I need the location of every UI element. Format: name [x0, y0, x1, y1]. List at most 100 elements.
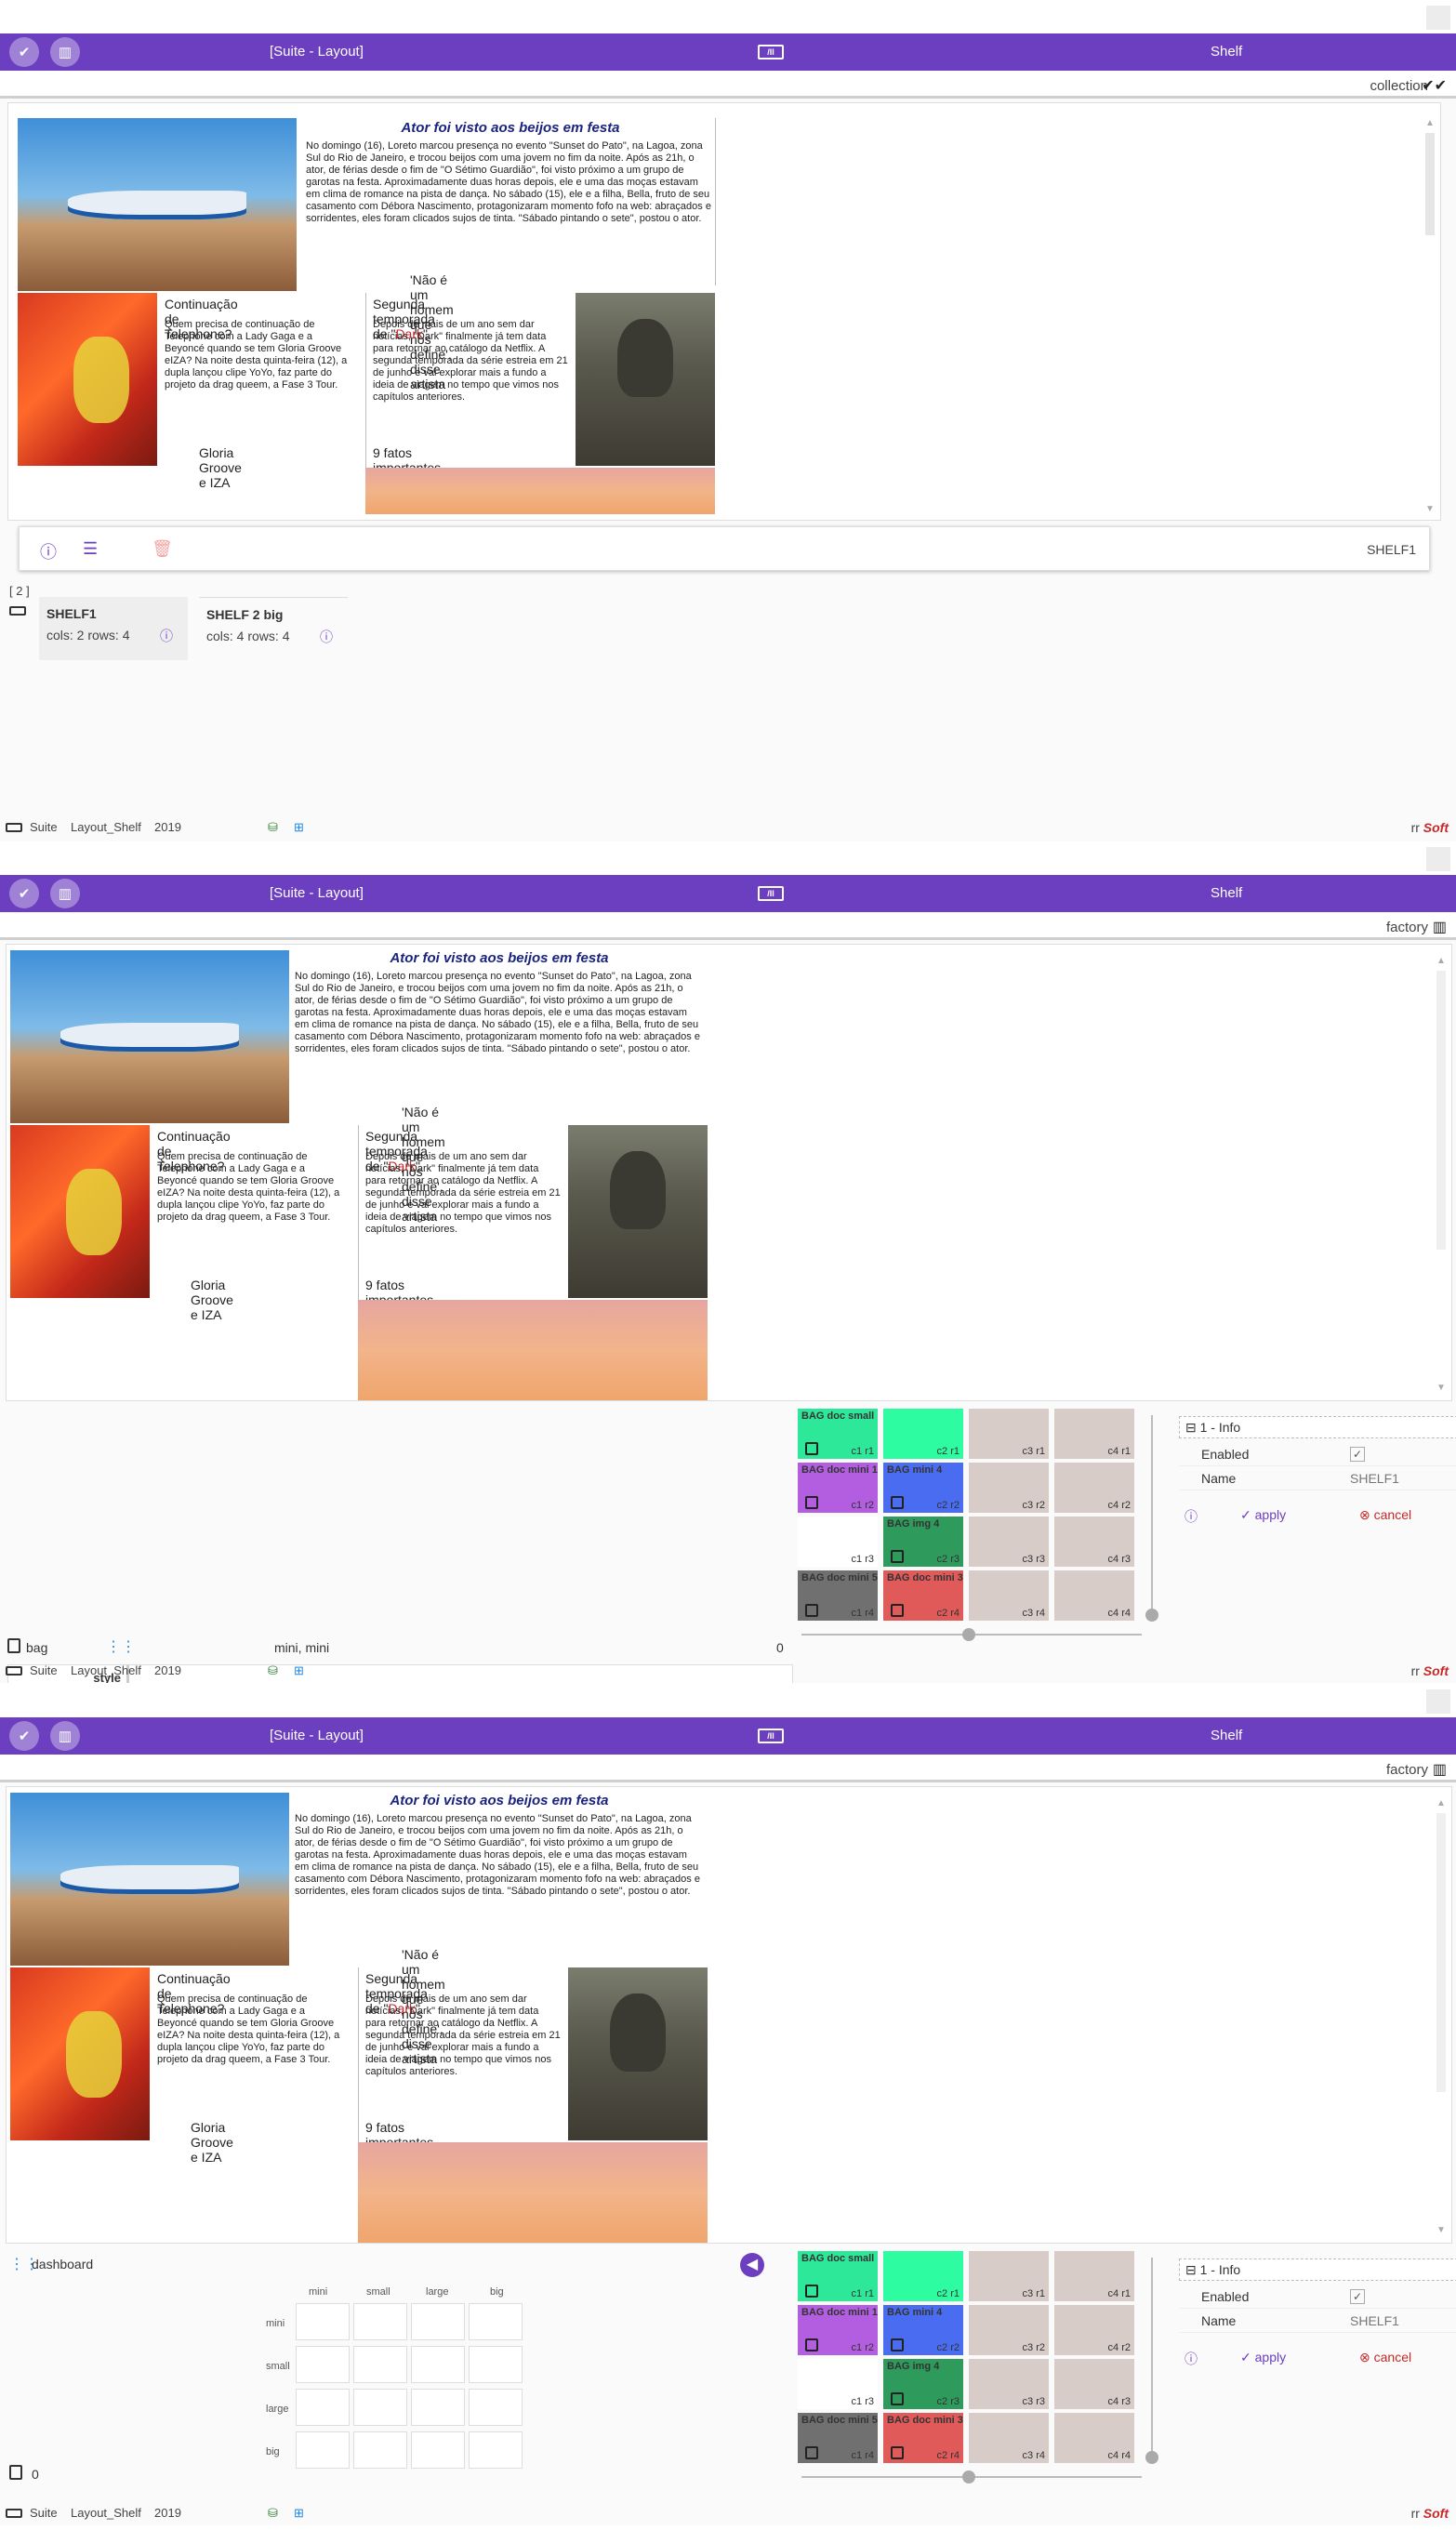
dash-cell[interactable] [469, 2431, 523, 2469]
dash-cell[interactable] [353, 2346, 407, 2383]
dash-cell[interactable] [411, 2303, 465, 2340]
grid-cell[interactable]: BAG doc mini 3 c2 r4 [883, 1570, 963, 1621]
check-all-icon[interactable]: ✔ [9, 37, 39, 67]
check-all-icon[interactable]: ✔ [9, 879, 39, 908]
grid-cell[interactable]: BAG doc mini 5 c1 r4 [798, 2413, 878, 2463]
grid-cell[interactable]: BAG doc small c1 r1 [798, 2251, 878, 2301]
info-icon[interactable]: ⓘ [160, 627, 173, 645]
scrollbar[interactable]: ▲ ▼ [1425, 114, 1435, 514]
factory-icon[interactable]: ▥ [50, 37, 80, 67]
grid-cell[interactable]: c2 r1 [883, 1409, 963, 1459]
dash-cell[interactable] [353, 2431, 407, 2469]
shelf-card-2[interactable]: SHELF 2 big cols: 4 rows: 4 ⓘ [199, 597, 348, 660]
keyboard-icon[interactable]: /II [758, 45, 784, 60]
news-layout-panel: Ator foi visto aos beijos em festa No do… [7, 102, 1441, 521]
apply-button[interactable]: ✓ apply [1240, 1507, 1286, 1523]
grid-cell[interactable]: BAG img 4 c2 r3 [883, 1517, 963, 1567]
grid-cell[interactable]: c4 r3 [1054, 2359, 1134, 2409]
grid-cell[interactable]: c4 r4 [1054, 1570, 1134, 1621]
grid-cell[interactable]: c4 r2 [1054, 1463, 1134, 1513]
grid-cell[interactable]: c1 r3 [798, 1517, 878, 1567]
bag-icon [805, 2338, 818, 2351]
scrollbar[interactable]: ▲ ▼ [1436, 956, 1446, 1393]
dash-cell[interactable] [411, 2431, 465, 2469]
grid-cell[interactable]: c3 r4 [969, 1570, 1049, 1621]
keyboard-icon[interactable]: /II [758, 886, 784, 901]
grid-cell[interactable]: c4 r1 [1054, 2251, 1134, 2301]
grid-cell[interactable]: BAG doc mini 1 c1 r2 [798, 2305, 878, 2355]
enabled-checkbox[interactable]: ✓ [1350, 1447, 1365, 1462]
grid-cell[interactable]: BAG mini 4 c2 r2 [883, 1463, 963, 1513]
keyboard-icon[interactable]: /II [758, 1729, 784, 1743]
window-button[interactable] [1426, 847, 1450, 871]
check-all-icon[interactable]: ✔ [9, 1721, 39, 1751]
name-value[interactable]: SHELF1 [1350, 1471, 1399, 1486]
grid-cell[interactable]: c3 r2 [969, 2305, 1049, 2355]
vertical-slider-knob[interactable] [1145, 1609, 1158, 1622]
factory-icon[interactable]: ▥ [50, 1721, 80, 1751]
grid-cell[interactable]: c3 r3 [969, 1517, 1049, 1567]
sunset-photo [358, 1300, 708, 1400]
grid-icon[interactable]: ⋮⋮ [106, 1637, 136, 1656]
apply-button[interactable]: ✓ apply [1240, 2350, 1286, 2365]
dash-cell[interactable] [296, 2431, 350, 2469]
factory-icon[interactable]: ▥ [1433, 918, 1447, 936]
window-button[interactable] [1426, 1689, 1450, 1714]
grid-slider-knob[interactable] [962, 1628, 975, 1641]
info-section-title: 1 - Info [1199, 1420, 1241, 1435]
grid-cell[interactable]: BAG doc mini 1 c1 r2 [798, 1463, 878, 1513]
grid-cell[interactable]: c1 r3 [798, 2359, 878, 2409]
dash-cell[interactable] [469, 2346, 523, 2383]
dash-cell[interactable] [296, 2346, 350, 2383]
cancel-button[interactable]: ⊗ cancel [1359, 1507, 1411, 1523]
scrollbar[interactable]: ▲ ▼ [1436, 1798, 1446, 2235]
grid-cell[interactable]: c2 r1 [883, 2251, 963, 2301]
edit-list-icon[interactable]: ☰ [83, 539, 98, 559]
enabled-checkbox[interactable]: ✓ [1350, 2289, 1365, 2304]
grid-cell[interactable]: c3 r1 [969, 2251, 1049, 2301]
info-icon[interactable]: ⓘ [40, 539, 57, 563]
dash-cell[interactable] [353, 2389, 407, 2426]
double-check-icon[interactable]: ✔✔ [1422, 76, 1447, 95]
dash-cell[interactable] [469, 2303, 523, 2340]
cell-label: c4 r2 [1107, 1500, 1131, 1511]
grid-cell[interactable]: c4 r1 [1054, 1409, 1134, 1459]
dash-cell[interactable] [296, 2303, 350, 2340]
info-header[interactable]: ⊟ 1 - Info [1179, 2258, 1456, 2281]
shelf-card-1[interactable]: SHELF1 cols: 2 rows: 4 ⓘ [39, 597, 188, 660]
grid-cell[interactable]: c3 r1 [969, 1409, 1049, 1459]
trash-icon[interactable]: 🗑 [152, 539, 173, 559]
info-icon[interactable]: ⓘ [1185, 2350, 1198, 2368]
name-value[interactable]: SHELF1 [1350, 2313, 1399, 2328]
factory-icon[interactable]: ▥ [1433, 1760, 1447, 1779]
dash-cell[interactable] [469, 2389, 523, 2426]
info-icon[interactable]: ⓘ [320, 628, 333, 646]
info-header[interactable]: ⊟ 1 - Info [1179, 1416, 1456, 1438]
grid-slider-knob[interactable] [962, 2470, 975, 2484]
dash-cell[interactable] [411, 2389, 465, 2426]
grid-cell[interactable]: c4 r3 [1054, 1517, 1134, 1567]
collapse-icon[interactable]: ⊟ [1185, 2262, 1200, 2277]
grid-cell[interactable]: BAG doc mini 5 c1 r4 [798, 1570, 878, 1621]
vertical-slider-knob[interactable] [1145, 2451, 1158, 2464]
dash-cell[interactable] [411, 2346, 465, 2383]
grid-cell[interactable]: c4 r4 [1054, 2413, 1134, 2463]
grid-cell[interactable]: c3 r4 [969, 2413, 1049, 2463]
dash-cell[interactable] [296, 2389, 350, 2426]
collapse-icon[interactable]: ⊟ [1185, 1420, 1200, 1435]
factory-icon[interactable]: ▥ [50, 879, 80, 908]
grid-cell[interactable]: c3 r3 [969, 2359, 1049, 2409]
cancel-button[interactable]: ⊗ cancel [1359, 2350, 1411, 2365]
cell-label: c3 r4 [1022, 2450, 1045, 2461]
grid-cell[interactable]: c4 r2 [1054, 2305, 1134, 2355]
grid-cell[interactable]: BAG doc small c1 r1 [798, 1409, 878, 1459]
grid-cell[interactable]: BAG img 4 c2 r3 [883, 2359, 963, 2409]
grid-cell[interactable]: BAG mini 4 c2 r2 [883, 2305, 963, 2355]
grid-cell[interactable]: BAG doc mini 3 c2 r4 [883, 2413, 963, 2463]
window-button[interactable] [1426, 6, 1450, 30]
dash-cell[interactable] [353, 2303, 407, 2340]
back-arrow-icon[interactable]: ◀ [740, 2253, 764, 2277]
info-icon[interactable]: ⓘ [1185, 1507, 1198, 1526]
grid-cell[interactable]: c3 r2 [969, 1463, 1049, 1513]
row-large: large [266, 2404, 289, 2415]
